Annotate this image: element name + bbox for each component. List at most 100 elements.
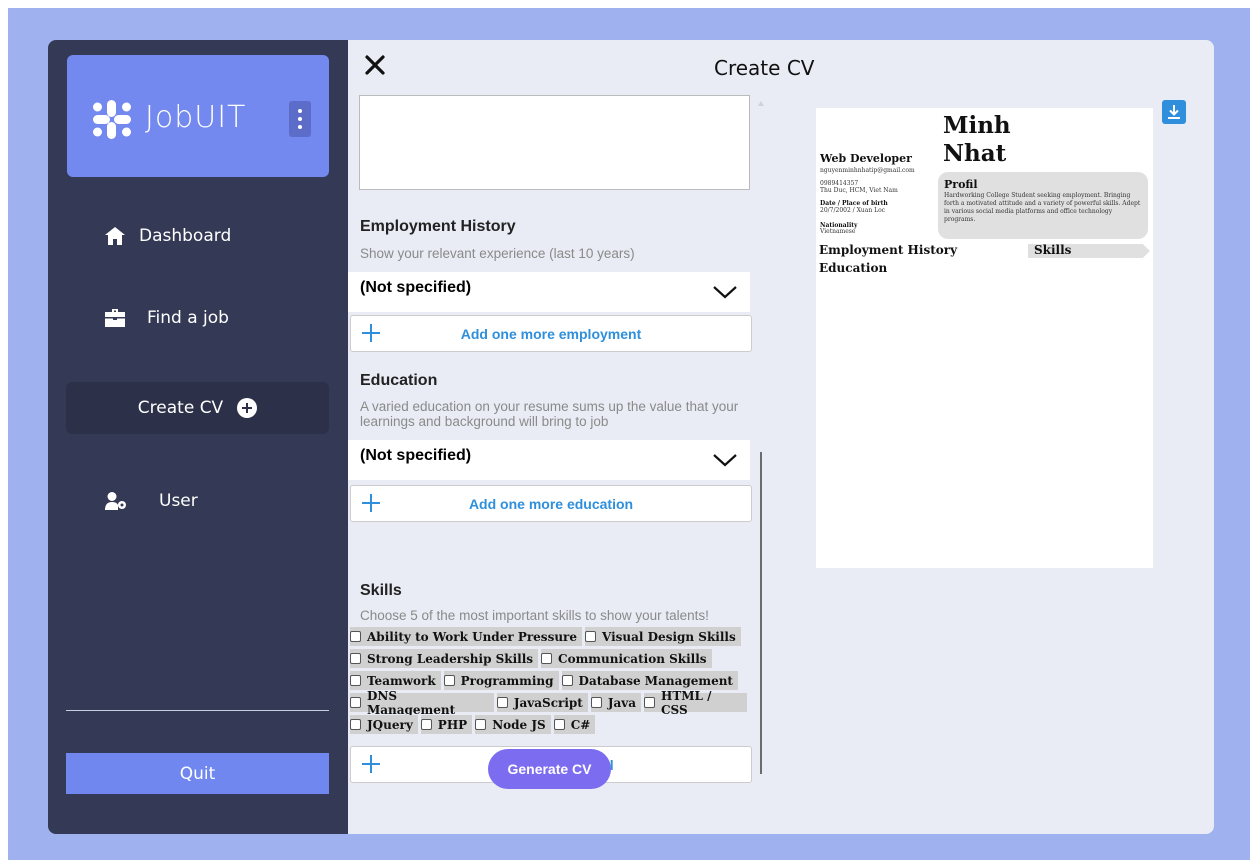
skill-option[interactable]: PHP — [420, 715, 473, 734]
cv-dob-label: Date / Place of birth — [820, 200, 888, 207]
chevron-down-icon[interactable] — [712, 453, 738, 467]
checkbox[interactable] — [475, 719, 487, 730]
cv-employment-heading: Employment History — [819, 243, 958, 257]
sidebar: JobUIT Dashboard Find a job Create CV Us… — [48, 40, 358, 834]
checkbox[interactable] — [350, 697, 361, 708]
skill-option[interactable]: HTML / CSS — [644, 689, 747, 717]
more-options-icon[interactable] — [289, 101, 311, 137]
checkbox[interactable] — [350, 719, 361, 730]
skill-label: Visual Design Skills — [602, 629, 736, 644]
add-employment-label: Add one more employment — [460, 326, 642, 342]
skills-subtitle: Choose 5 of the most important skills to… — [360, 608, 709, 623]
skills-heading: Skills — [360, 582, 402, 599]
checkbox[interactable] — [350, 631, 361, 642]
cv-profil-text: Hardworking College Student seeking empl… — [944, 192, 1141, 223]
checkbox[interactable] — [443, 675, 455, 686]
skill-option[interactable]: Node JS — [475, 715, 551, 734]
skill-label: PHP — [437, 717, 468, 732]
scroll-up-arrow[interactable] — [758, 100, 764, 106]
quit-button[interactable]: Quit — [66, 753, 329, 794]
checkbox[interactable] — [644, 697, 655, 708]
skill-option[interactable]: Database Management — [561, 671, 738, 690]
checkbox[interactable] — [590, 697, 602, 708]
cv-first-name: Minh — [943, 112, 1011, 139]
cv-email: nguyenminhnhatip@gmail.com — [820, 167, 915, 174]
checkbox[interactable] — [561, 675, 573, 686]
chevron-down-icon[interactable] — [712, 285, 738, 299]
checkbox[interactable] — [350, 653, 361, 664]
close-icon[interactable] — [364, 54, 386, 76]
skill-option[interactable]: Communication Skills — [541, 649, 712, 668]
sidebar-item-label: Dashboard — [139, 226, 232, 246]
checkbox[interactable] — [350, 675, 361, 686]
skill-option[interactable]: Ability to Work Under Pressure — [350, 627, 582, 646]
skill-option[interactable]: Strong Leadership Skills — [350, 649, 539, 668]
skill-label: Database Management — [578, 673, 733, 688]
app-logo-icon — [93, 100, 131, 139]
cv-skills-heading: Skills — [1034, 243, 1072, 257]
cv-address: Thu Duc, HCM, Viet Nam — [820, 187, 898, 194]
education-entry[interactable]: (Not specified) — [348, 440, 750, 480]
skill-option[interactable]: JavaScript — [496, 693, 588, 712]
skill-option[interactable]: JQuery — [350, 715, 418, 734]
sidebar-divider — [66, 710, 329, 711]
skill-label: Node JS — [492, 717, 546, 732]
skills-checkbox-list: Ability to Work Under Pressure Visual De… — [350, 627, 750, 737]
briefcase-icon — [105, 309, 125, 327]
sidebar-item-find-a-job[interactable]: Find a job — [105, 308, 229, 328]
skill-option[interactable]: DNS Management — [350, 689, 494, 717]
employment-entry-label: (Not specified) — [360, 279, 472, 296]
checkbox[interactable] — [496, 697, 508, 708]
generate-cv-button[interactable]: Generate CV — [488, 749, 611, 789]
form-scrollbar[interactable] — [760, 452, 762, 774]
sidebar-item-label: User — [159, 491, 198, 511]
checkbox[interactable] — [541, 653, 553, 664]
cv-form: Employment History Show your relevant ex… — [348, 95, 770, 790]
education-subtitle: A varied education on your resume sums u… — [360, 399, 739, 429]
cv-phone: 0989414357 — [820, 180, 859, 187]
skill-option[interactable]: Visual Design Skills — [585, 627, 741, 646]
summary-textarea[interactable] — [359, 95, 750, 190]
skill-label: DNS Management — [366, 688, 456, 717]
education-heading: Education — [360, 372, 438, 389]
cv-profil-title: Profil — [944, 178, 978, 191]
checkbox[interactable] — [585, 631, 596, 642]
add-education-label: Add one more education — [468, 496, 634, 512]
skill-label: HTML / CSS — [661, 688, 712, 717]
cv-nationality-value: Vietnamese — [820, 228, 856, 235]
cv-profil-section: Profil Hardworking College Student seeki… — [938, 172, 1148, 239]
download-arrow-icon — [1168, 105, 1180, 119]
dialog-title: Create CV — [714, 56, 815, 80]
plus-circle-icon — [237, 398, 258, 418]
download-icon[interactable] — [1162, 100, 1186, 124]
sidebar-item-create-cv[interactable]: Create CV — [66, 382, 329, 434]
cv-education-heading: Education — [819, 261, 888, 275]
sidebar-item-user[interactable]: User — [105, 491, 198, 511]
skill-label: JQuery — [367, 717, 413, 732]
user-gear-icon — [105, 492, 126, 510]
skill-label: JavaScript — [513, 695, 583, 710]
cv-job-title: Web Developer — [820, 152, 912, 165]
skill-label: Ability to Work Under Pressure — [367, 629, 577, 644]
education-entry-label: (Not specified) — [360, 447, 472, 464]
skill-label: Strong Leadership Skills — [367, 651, 534, 666]
skill-option[interactable]: Java — [590, 693, 642, 712]
skill-option[interactable]: Programming — [443, 671, 559, 690]
cv-dob-value: 20/7/2002 / Xuan Loc — [820, 207, 886, 214]
cv-last-name: Nhat — [943, 140, 1007, 167]
employment-history-subtitle: Show your relevant experience (last 10 y… — [360, 246, 635, 261]
add-employment-button[interactable]: Add one more employment — [350, 315, 752, 352]
employment-entry[interactable]: (Not specified) — [348, 272, 750, 312]
home-icon — [105, 227, 125, 245]
skill-label: Teamwork — [367, 673, 436, 688]
sidebar-item-dashboard[interactable]: Dashboard — [105, 226, 231, 246]
employment-history-heading: Employment History — [360, 218, 516, 235]
logo-box: JobUIT — [67, 55, 329, 177]
skill-option[interactable]: C# — [553, 715, 596, 734]
skill-label: Java — [607, 695, 637, 710]
skill-option[interactable]: Teamwork — [350, 671, 441, 690]
checkbox[interactable] — [553, 719, 565, 730]
checkbox[interactable] — [420, 719, 432, 730]
sidebar-item-label: Create CV — [137, 398, 224, 418]
add-education-button[interactable]: Add one more education — [350, 485, 752, 522]
